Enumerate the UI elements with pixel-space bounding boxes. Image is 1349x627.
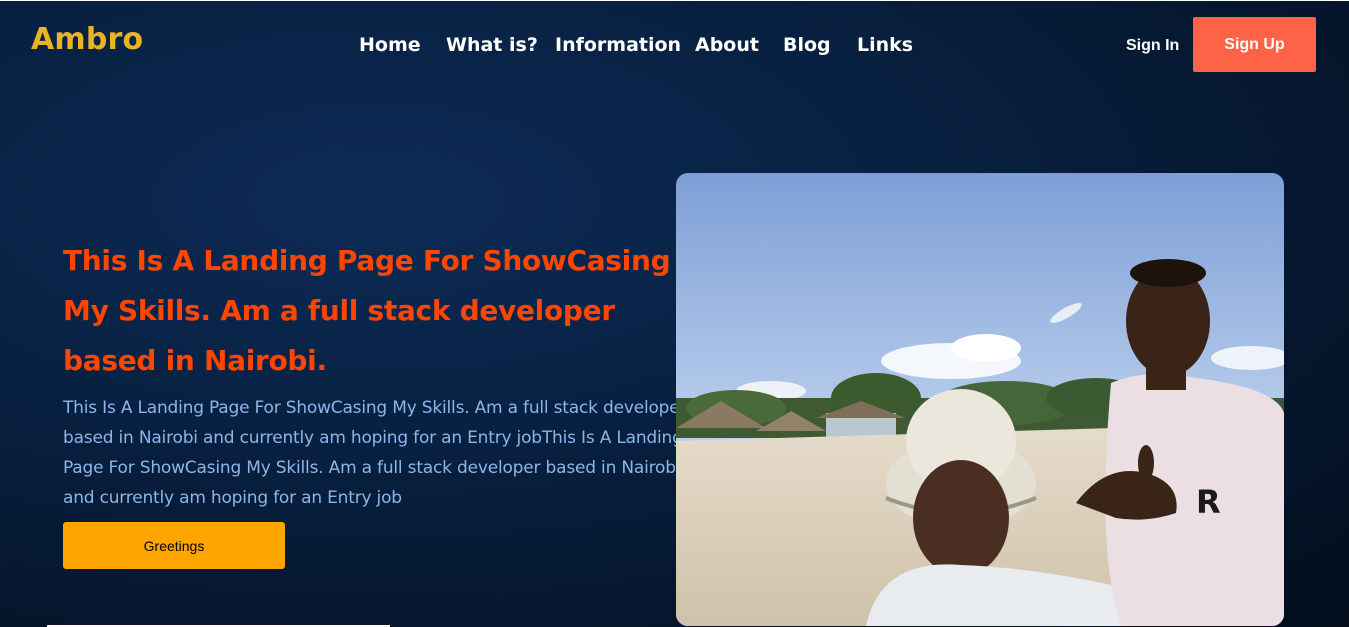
nav-what-is[interactable]: What is? (446, 34, 538, 56)
nav-about[interactable]: About (695, 34, 759, 56)
sign-in-link[interactable]: Sign In (1126, 37, 1179, 55)
nav-home[interactable]: Home (359, 34, 421, 56)
sign-up-button[interactable]: Sign Up (1193, 17, 1316, 72)
nav-links[interactable]: Links (857, 34, 913, 56)
greetings-button[interactable]: Greetings (63, 522, 285, 569)
svg-text:R: R (1196, 483, 1221, 521)
hero-headline: This Is A Landing Page For ShowCasing My… (63, 244, 671, 377)
hero-description: This Is A Landing Page For ShowCasing My… (63, 398, 687, 508)
beach-selfie-photo: R (676, 173, 1284, 626)
logo[interactable]: Ambro (31, 22, 143, 57)
top-border (0, 0, 1349, 1)
nav-blog[interactable]: Blog (783, 34, 831, 56)
nav-information[interactable]: Information (555, 34, 681, 56)
